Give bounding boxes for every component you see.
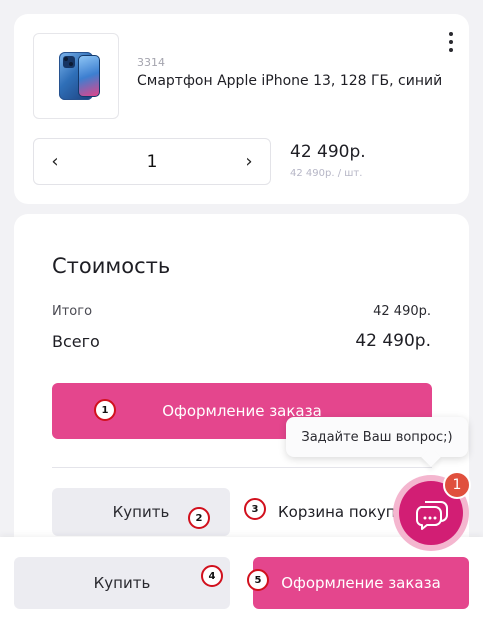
bottom-checkout-label: Оформление заказа — [281, 574, 441, 592]
subtotal-value: 42 490р. — [373, 304, 431, 319]
chat-tooltip[interactable]: Задайте Ваш вопрос;) — [286, 417, 468, 457]
marker-4: 4 — [201, 565, 223, 587]
marker-5: 5 — [247, 569, 269, 591]
product-unit-price: 42 490р. / шт. — [290, 168, 363, 179]
product-card: 3314 Смартфон Apple iPhone 13, 128 ГБ, с… — [14, 14, 469, 204]
total-label: Всего — [52, 332, 100, 351]
marker-1: 1 — [94, 399, 116, 421]
bottom-checkout-button[interactable]: Оформление заказа — [253, 557, 469, 609]
decrement-icon[interactable]: ‹ — [46, 151, 64, 172]
divider — [52, 467, 432, 468]
product-thumbnail[interactable] — [33, 33, 119, 119]
bottom-action-bar: Купить Оформление заказа — [0, 537, 483, 619]
buy-button-label: Купить — [112, 503, 170, 521]
quantity-stepper: ‹ 1 › — [33, 138, 271, 185]
marker-3: 3 — [244, 498, 266, 520]
phone-image-icon — [59, 52, 100, 100]
bottom-buy-label: Купить — [93, 574, 151, 592]
product-sku: 3314 — [137, 56, 165, 69]
more-options-icon[interactable] — [445, 32, 457, 52]
marker-2: 2 — [188, 507, 210, 529]
quantity-value[interactable]: 1 — [147, 152, 158, 172]
cost-title: Стоимость — [52, 254, 171, 278]
product-name[interactable]: Смартфон Apple iPhone 13, 128 ГБ, синий — [137, 73, 442, 89]
bottom-buy-button[interactable]: Купить — [14, 557, 230, 609]
increment-icon[interactable]: › — [240, 151, 258, 172]
product-price: 42 490р. — [290, 142, 366, 162]
total-value: 42 490р. — [355, 331, 431, 351]
subtotal-label: Итого — [52, 304, 93, 319]
chat-unread-badge: 1 — [443, 471, 471, 499]
